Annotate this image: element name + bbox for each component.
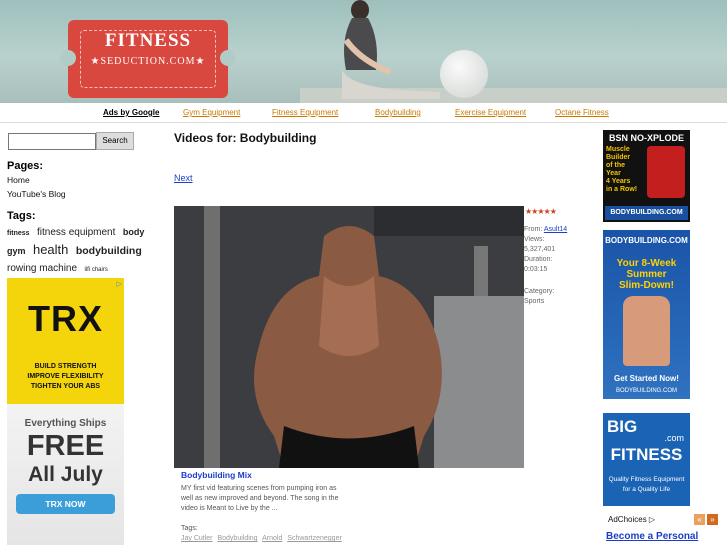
pages-heading: Pages: [7,160,44,172]
video-from: From: Asult14 [524,226,567,233]
duration-label: Duration: [524,256,553,263]
bsn-no-xplode-ad[interactable]: BSN NO-XPLODE Muscle Builder of the Year… [603,130,690,222]
summer-slim-down-ad[interactable]: BODYBUILDING.COM Your 8-Week Summer Slim… [603,230,690,399]
become-personal-link[interactable]: Become a Personal [606,531,698,542]
trx-benefit-1: BUILD STRENGTH [34,363,97,370]
page-link-home[interactable]: Home [7,175,30,185]
duration-value: 0:03:15 [524,266,548,273]
page-title: Videos for: Bodybuilding [174,131,317,145]
category-label: Category: [524,288,555,295]
bsn-ad-award: Muscle Builder of the Year 4 Years in a … [606,146,644,194]
video-thumbnail[interactable] [174,206,524,468]
rating-stars: ★★★★★ [525,207,557,216]
tag-fitness-equipment[interactable]: fitness equipment [37,227,115,238]
bsn-ad-title: BSN NO-XPLODE [608,133,684,143]
trx-ad[interactable]: ▷ TRX BUILD STRENGTH IMPROVE FLEXIBILITY… [7,278,124,545]
site-header: FITNESS ★SEDUCTION.COM★ [0,0,727,103]
category-value: Sports [524,298,545,305]
big-fitness-com: .com [664,433,684,443]
bsn-ad-brand: BODYBUILDING.COM [605,206,688,220]
bsn-award-line-2: Builder [606,154,631,161]
yoga-woman-image [342,0,440,99]
views-count: 5,327,401 [524,246,556,253]
big-fitness-tagline-1: Quality Fitness Equipment [608,476,685,483]
from-label: From: [524,226,543,233]
slim-ad-line-1: Your 8-Week [616,258,677,269]
adchoices-label[interactable]: AdChoices ▷ [608,515,655,524]
slim-ad-model-image [623,296,670,366]
from-user-link[interactable]: Asult14 [544,226,567,233]
nav-link-bodybuilding[interactable]: Bodybuilding [375,108,421,117]
video-tag-arnold[interactable]: Arnold [262,535,282,542]
logo-subtitle: ★SEDUCTION.COM★ [90,56,206,67]
tag-health[interactable]: health [33,242,68,257]
views-label: Views: [524,236,545,243]
trx-ad-bottom: Everything Ships FREE All July TRX NOW [7,404,124,545]
tag-lifi-chairs[interactable]: lifi chairs [85,267,108,273]
tag-fitness[interactable]: fitness [7,230,30,237]
bodybuilder-image [174,206,524,468]
logo-title: FITNESS [104,30,192,51]
search-button[interactable]: Search [96,132,134,150]
slim-ad-line-2: Summer [626,269,667,280]
slim-ad-brand-top: BODYBUILDING.COM [605,236,688,245]
bsn-product-image [647,146,685,198]
trx-logo: TRX [28,298,103,339]
next-link[interactable]: Next [174,173,193,183]
video-tags-label: Tags: [181,525,198,532]
trx-benefit-2: IMPROVE FLEXIBILITY [27,373,104,380]
slim-ad-brand-bottom: BODYBUILDING.COM [615,388,677,394]
tag-cloud: fitness fitness equipment body gym healt… [7,223,152,278]
bsn-award-line-6: in a Row! [606,186,638,193]
tags-heading: Tags: [7,210,36,222]
search-input[interactable] [8,133,96,150]
trx-now-button[interactable]: TRX NOW [16,494,115,514]
tag-body[interactable]: body [123,227,145,237]
bsn-award-line-5: 4 Years [606,178,631,185]
site-logo[interactable]: FITNESS ★SEDUCTION.COM★ [60,20,236,98]
slim-ad-line-3: Slim-Down! [619,280,674,291]
video-tag-jay-cutler[interactable]: Jay Cutler [181,535,213,542]
tag-gym[interactable]: gym [7,246,26,256]
big-fitness-tagline: Quality Fitness Equipment for a Quality … [603,475,690,495]
video-title-link[interactable]: Bodybuilding Mix [181,470,252,480]
nav-link-exercise-equipment[interactable]: Exercise Equipment [455,108,526,117]
big-fitness-ad[interactable]: BIG .com FITNESS Quality Fitness Equipme… [603,413,690,506]
video-tags: Jay Cutler Bodybuilding Arnold Schwartze… [181,535,345,542]
big-fitness-big: BIG [607,417,638,436]
get-started-button[interactable]: Get Started Now! [603,374,690,383]
ad-link-bar: Ads by Google Gym Equipment Fitness Equi… [0,104,727,123]
trx-ad-top: ▷ TRX BUILD STRENGTH IMPROVE FLEXIBILITY… [7,278,124,404]
next-ad-arrow-icon[interactable]: » [707,514,718,525]
big-fitness-word: FITNESS [610,445,683,464]
bsn-award-line-4: Year [606,170,621,177]
video-description: MY first vid featuring scenes from pumpi… [181,485,339,512]
page-link-youtube-blog[interactable]: YouTube's Blog [7,189,66,199]
video-tag-schwartzenegger[interactable]: Schwartzenegger [287,535,341,542]
bsn-award-line-3: of the [606,162,626,169]
nav-link-octane-fitness[interactable]: Octane Fitness [555,108,609,117]
tag-bodybuilding[interactable]: bodybuilding [76,245,142,257]
nav-link-gym-equipment[interactable]: Gym Equipment [183,108,240,117]
trx-benefits: BUILD STRENGTH IMPROVE FLEXIBILITY TIGHT… [7,362,124,392]
nav-link-fitness-equipment[interactable]: Fitness Equipment [272,108,338,117]
big-fitness-tagline-2: for a Quality Life [622,486,671,493]
trx-benefit-3: TIGHTEN YOUR ABS [30,383,101,390]
video-tag-bodybuilding[interactable]: Bodybuilding [217,535,257,542]
slim-ad-headline: Your 8-Week Summer Slim-Down! [603,258,690,291]
exercise-ball [440,50,488,98]
prev-ad-arrow-icon[interactable]: « [694,514,705,525]
adchoices-icon[interactable]: ▷ [117,280,122,288]
bsn-award-line-1: Muscle [606,146,630,153]
ads-by-google-label[interactable]: Ads by Google [103,108,159,117]
july-text: All July [28,463,103,486]
ships-text: Everything Ships [24,418,107,429]
tag-rowing-machine[interactable]: rowing machine [7,263,77,274]
free-text: FREE [26,430,105,462]
